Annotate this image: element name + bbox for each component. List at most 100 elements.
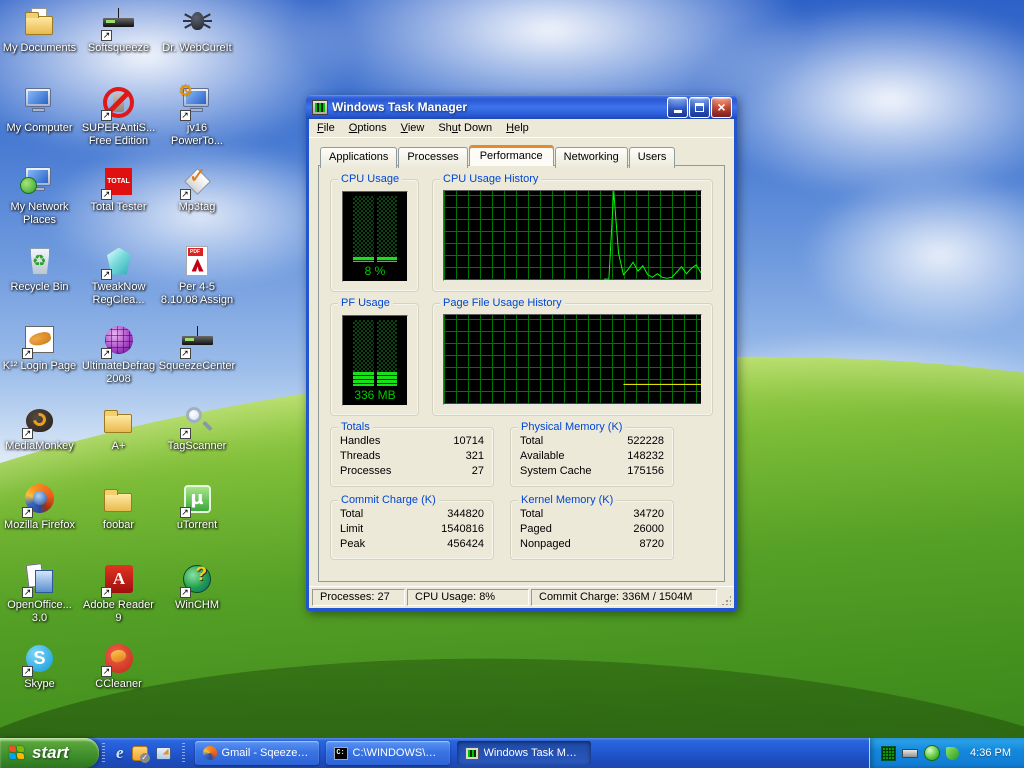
show-desktop-icon[interactable]: [155, 746, 171, 760]
shortcut-arrow-icon: ↗: [179, 348, 191, 359]
desktop-icon-winchm[interactable]: ? ↗ WinCHM: [158, 559, 236, 639]
desktop-icon-ultimatedefrag-2008[interactable]: ↗ UltimateDefrag 2008: [79, 320, 158, 400]
desktop-icon-label: WinCHM: [175, 598, 219, 611]
desktop-icon-a-plus[interactable]: A+: [79, 400, 158, 480]
start-button[interactable]: start: [0, 738, 99, 768]
desktop: My Documents ↗ Softsqueeze Dr. WebCureIt My …: [0, 0, 1024, 768]
desktop-icon-mozilla-firefox[interactable]: ↗ Mozilla Firefox: [0, 479, 79, 559]
title-bar[interactable]: Windows Task Manager ×: [306, 95, 737, 120]
task-button-task-manager[interactable]: Windows Task Manager: [456, 741, 591, 765]
menu-view[interactable]: View: [394, 120, 432, 136]
task-button-cmd[interactable]: C: C:\WINDOWS\syste...: [325, 741, 450, 765]
stat-value: 456424: [447, 538, 484, 551]
stat-value: 148232: [627, 450, 664, 463]
dr-webcureit-icon: [180, 5, 215, 40]
desktop-icon-foobar[interactable]: foobar: [79, 479, 158, 559]
close-button[interactable]: ×: [711, 96, 732, 118]
total-tester-icon: TOTAL ↗: [101, 164, 136, 200]
stat-label: Threads: [340, 450, 381, 463]
physical-memory-group-title: Physical Memory (K): [518, 421, 626, 434]
desktop-icon-tweaknow-regcleaner[interactable]: ↗ TweakNow RegClea...: [79, 241, 158, 321]
desktop-icon-jv16-powertools[interactable]: ⚙ ↗ jv16 PowerTo...: [158, 81, 236, 162]
cpu-meter-tray-icon[interactable]: [881, 745, 897, 761]
mail-notifier-icon[interactable]: [131, 745, 150, 763]
minimize-button[interactable]: [667, 96, 688, 118]
k12-login-page-icon: ↗: [22, 323, 57, 359]
menu-help[interactable]: Help: [499, 120, 536, 136]
quick-launch-bar: e: [108, 738, 179, 768]
resize-grip[interactable]: [719, 589, 732, 606]
taskbar-clock[interactable]: 4:36 PM: [970, 747, 1011, 759]
desktop-icon-k12-login-page[interactable]: ↗ K¹² Login Page: [0, 320, 79, 400]
desktop-icon-softsqueeze[interactable]: ↗ Softsqueeze: [79, 2, 158, 82]
desktop-icon-label: uTorrent: [176, 519, 218, 531]
cpu-history-group: CPU Usage History: [432, 173, 713, 293]
stat-value: 344820: [447, 508, 484, 521]
openoffice-3-0-icon: ↗: [22, 562, 57, 598]
stat-label: Total: [520, 435, 544, 448]
desktop-icon-squeezecenter[interactable]: ↗ SqueezeCenter: [158, 320, 236, 400]
tab-networking[interactable]: Networking: [554, 147, 628, 169]
maximize-icon: [695, 102, 704, 112]
task-button-gmail[interactable]: Gmail - SqeezeCetnte...: [194, 741, 319, 765]
desktop-icon-adobe-reader-9[interactable]: A ↗ Adobe Reader 9: [79, 559, 158, 639]
desktop-icon-tagscanner[interactable]: ↗ TagScanner: [158, 400, 236, 480]
status-bar: Processes: 27 CPU Usage: 8% Commit Charg…: [309, 586, 734, 608]
shortcut-arrow-icon: ↗: [179, 507, 191, 518]
stat-value: 34720: [633, 508, 664, 521]
task-buttons: Gmail - SqeezeCetnte... C: C:\WINDOWS\sy…: [188, 738, 591, 768]
status-commit-charge: Commit Charge: 336M / 1504M: [531, 589, 717, 606]
desktop-icon-recycle-bin[interactable]: ♻ Recycle Bin: [0, 241, 79, 321]
pf-usage-value: 336 MB: [354, 388, 396, 403]
mediamonkey-icon: ↗: [22, 403, 57, 439]
commit-charge-group-title: Commit Charge (K): [338, 494, 439, 507]
desktop-icon-label: Skype: [24, 678, 55, 690]
maximize-button[interactable]: [689, 96, 710, 118]
command-prompt-icon: C:: [333, 746, 348, 760]
desktop-icon-superantispyware-free-edition[interactable]: ↗ SUPERAntiS... Free Edition: [79, 82, 158, 162]
desktop-icon-per-4-5-assignment-pdf[interactable]: PDF Per 4-5 8.10.08 Assign: [158, 241, 236, 321]
cpu-history-graph: [443, 190, 702, 282]
cloud: [800, 170, 1024, 340]
internet-explorer-icon[interactable]: e: [116, 743, 124, 763]
stat-label: Peak: [340, 538, 366, 551]
desktop-icon-label: A+: [111, 439, 126, 452]
status-cpu-usage: CPU Usage: 8%: [407, 589, 529, 606]
my-computer-icon: [22, 85, 57, 120]
desktop-icon-label: OpenOffice... 3.0: [7, 598, 72, 624]
tab-users[interactable]: Users: [628, 147, 676, 169]
tab-control: Applications Processes Performance Netwo…: [309, 138, 734, 586]
shortcut-arrow-icon: ↗: [101, 30, 112, 41]
desktop-icon-my-network-places[interactable]: My Network Places: [0, 161, 79, 241]
kernel-memory-group-title: Kernel Memory (K): [518, 494, 617, 507]
tagscanner-icon: ↗: [179, 403, 215, 439]
tab-applications[interactable]: Applications: [320, 147, 398, 169]
shortcut-arrow-icon: ↗: [179, 189, 191, 200]
desktop-icon-my-documents[interactable]: My Documents: [0, 2, 79, 82]
desktop-icon-label: My Documents: [2, 42, 77, 54]
updater-tray-icon[interactable]: [946, 746, 960, 760]
menu-shut-down[interactable]: Shut Down: [431, 120, 499, 136]
desktop-icon-dr-webcureit[interactable]: Dr. WebCureIt: [158, 2, 236, 82]
desktop-icon-ccleaner[interactable]: ↗ CCleaner: [79, 638, 158, 718]
audio-device-tray-icon[interactable]: [902, 748, 919, 758]
desktop-icon-utorrent[interactable]: µ ↗ uTorrent: [158, 479, 236, 559]
desktop-icon-mediamonkey[interactable]: ↗ MediaMonkey: [0, 400, 79, 480]
cpu-usage-gauge: 8 %: [342, 191, 408, 283]
desktop-icon-openoffice-3-0[interactable]: ↗ OpenOffice... 3.0: [0, 559, 79, 639]
shortcut-arrow-icon: ↗: [22, 427, 33, 439]
desktop-icon-my-computer[interactable]: My Computer: [0, 82, 79, 162]
desktop-icon-skype[interactable]: S ↗ Skype: [0, 638, 79, 718]
menu-file[interactable]: File: [310, 120, 342, 136]
tab-strip: Applications Processes Performance Netwo…: [320, 145, 725, 169]
squeezecenter-tray-icon[interactable]: [924, 745, 941, 761]
desktop-icon-total-tester[interactable]: TOTAL ↗ Total Tester: [79, 161, 158, 241]
cpu-usage-value: 8 %: [364, 264, 386, 279]
minimize-icon: [673, 110, 682, 114]
menu-options[interactable]: Options: [342, 120, 394, 136]
shortcut-arrow-icon: ↗: [101, 189, 112, 200]
tab-processes[interactable]: Processes: [398, 147, 468, 169]
shortcut-arrow-icon: ↗: [179, 586, 191, 598]
desktop-icon-mp3tag[interactable]: ✓ ↗ Mp3tag: [158, 161, 236, 241]
tab-performance[interactable]: Performance: [468, 145, 554, 167]
